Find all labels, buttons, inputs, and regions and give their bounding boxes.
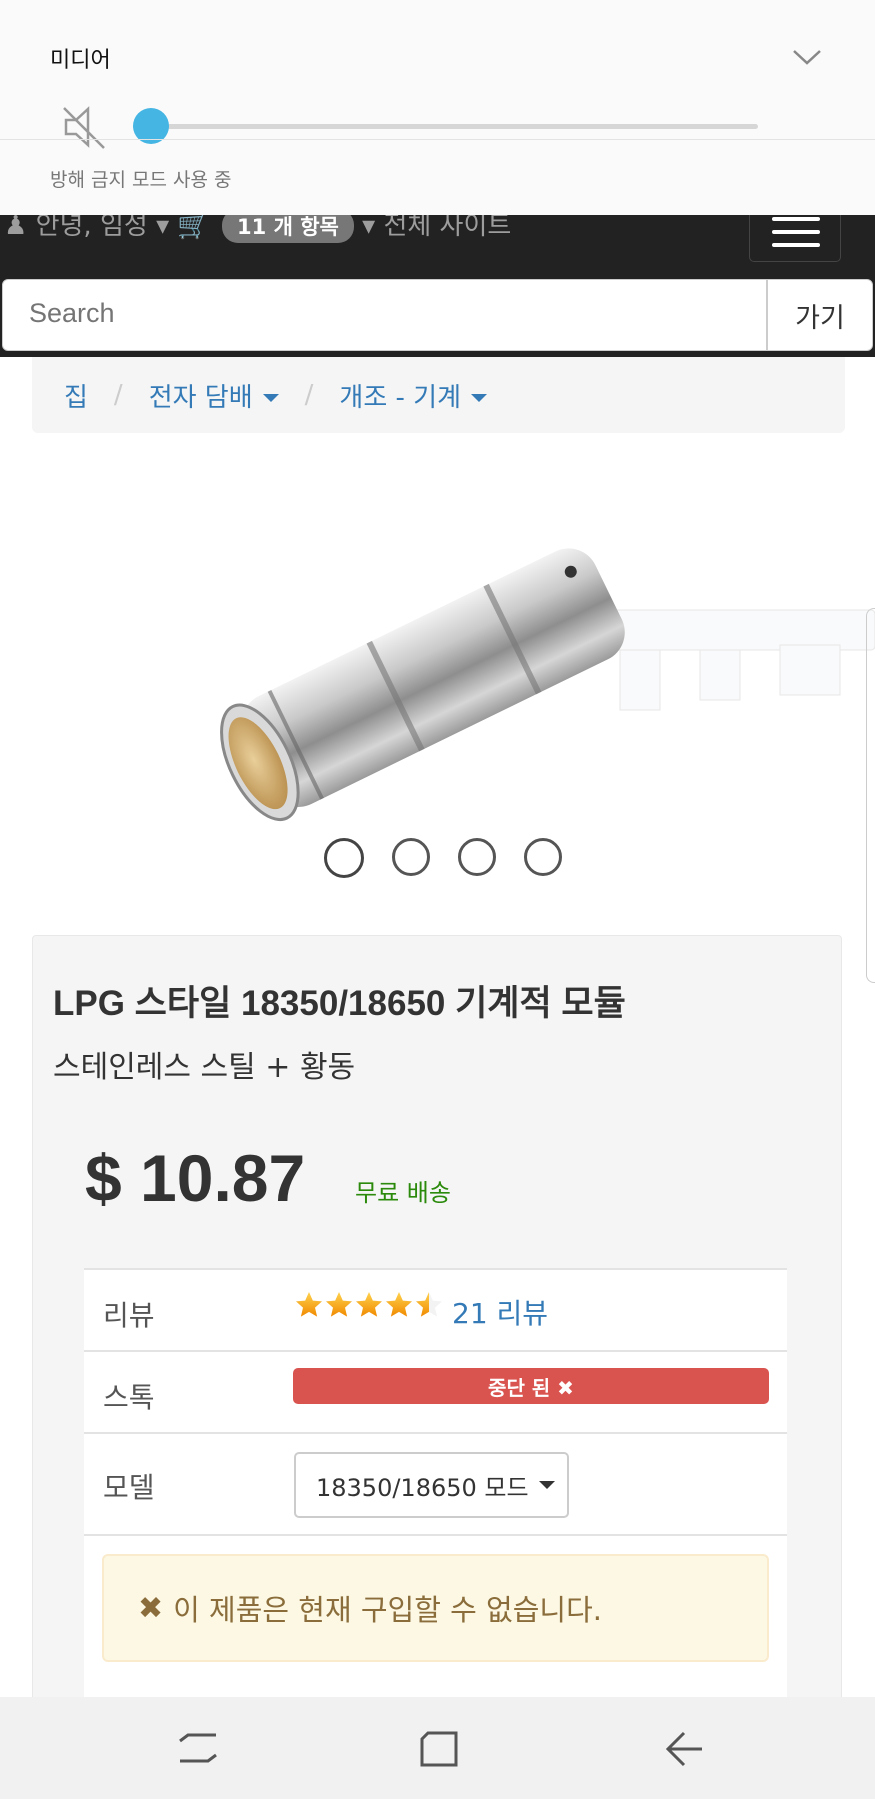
table-row: 모델 18350/18650 모드 — [84, 1432, 787, 1534]
home-icon[interactable] — [418, 1727, 462, 1771]
system-navigation-bar — [0, 1697, 875, 1799]
carousel-dot[interactable] — [392, 838, 430, 876]
stock-status-badge: 중단 된 ✖ — [293, 1368, 769, 1404]
caret-down-icon — [262, 394, 279, 402]
carousel-indicators — [324, 838, 562, 878]
breadcrumb-separator: / — [304, 380, 314, 410]
product-info-table: 리뷰 21 리뷰 스톡 중단 된 ✖ 모델 18350/18650 모드 ✖ 이… — [84, 1268, 787, 1734]
carousel-dot[interactable] — [324, 838, 364, 878]
breadcrumb: 집 / 전자 담배 / 개조 - 기계 — [32, 357, 845, 433]
recent-apps-icon[interactable] — [176, 1727, 220, 1771]
table-row: 리뷰 21 리뷰 — [84, 1268, 787, 1350]
star-icon — [324, 1290, 354, 1320]
stock-label: 스톡 — [103, 1381, 155, 1414]
product-title: LPG 스타일 18350/18650 기계적 모듈 — [53, 984, 626, 1023]
star-icon — [294, 1290, 324, 1320]
greeting-text[interactable]: 안녕, 임성 — [36, 211, 148, 241]
search-go-button[interactable]: 가기 — [767, 279, 873, 351]
hamburger-icon-bar — [772, 217, 820, 221]
reviews-label: 리뷰 — [103, 1299, 155, 1332]
breadcrumb-label[interactable]: 개조 - 기계 — [339, 383, 461, 413]
shipping-label: 무료 배송 — [355, 1179, 451, 1207]
caret-down-icon — [538, 1481, 555, 1489]
speaker-muted-icon[interactable] — [60, 102, 110, 152]
breadcrumb-home[interactable]: 집 — [64, 377, 88, 414]
star-icon — [354, 1290, 384, 1320]
breadcrumb-separator: / — [113, 380, 123, 410]
model-label: 모델 — [103, 1471, 155, 1504]
alert-text: 이 제품은 현재 구입할 수 없습니다. — [173, 1593, 602, 1627]
table-row: 스톡 중단 된 ✖ — [84, 1350, 787, 1432]
caret-down-icon — [471, 394, 487, 402]
cart-icon: 🛒 — [177, 211, 210, 241]
search-field[interactable] — [2, 279, 767, 351]
breadcrumb-label[interactable]: 전자 담배 — [149, 383, 253, 413]
search-input[interactable] — [29, 298, 729, 329]
reviews-link[interactable]: 21 리뷰 — [452, 1292, 548, 1332]
product-price: $ 10.87 — [85, 1141, 306, 1215]
hamburger-icon-bar — [772, 230, 820, 234]
media-volume-panel: 미디어 방해 금지 모드 사용 중 — [0, 0, 875, 215]
back-icon[interactable] — [662, 1727, 706, 1771]
carousel-dot[interactable] — [458, 838, 496, 876]
product-subtitle: 스테인레스 스틸 + 황동 — [53, 1050, 356, 1085]
media-title: 미디어 — [50, 48, 111, 73]
model-select[interactable]: 18350/18650 모드 — [294, 1452, 569, 1518]
caret-icon: ▾ — [156, 211, 170, 241]
model-value[interactable]: 18350/18650 모드 — [316, 1468, 529, 1503]
volume-slider-track[interactable] — [150, 124, 758, 129]
product-image[interactable] — [220, 520, 875, 840]
do-not-disturb-label: 방해 금지 모드 사용 중 — [50, 169, 232, 191]
x-icon: ✖ — [138, 1590, 164, 1626]
rating-stars[interactable] — [294, 1290, 444, 1320]
unavailable-alert: ✖ 이 제품은 현재 구입할 수 없습니다. — [102, 1554, 769, 1662]
side-panel-handle[interactable] — [866, 608, 875, 983]
chevron-down-icon[interactable] — [790, 40, 824, 74]
divider — [0, 139, 875, 140]
star-icon — [414, 1290, 444, 1320]
star-icon — [384, 1290, 414, 1320]
caret-icon: ▾ — [362, 211, 376, 241]
breadcrumb-mods[interactable]: 개조 - 기계 — [339, 377, 487, 414]
full-site-link[interactable]: 전체 사이트 — [383, 211, 511, 241]
user-icon: ♟ — [4, 211, 28, 241]
breadcrumb-ecig[interactable]: 전자 담배 — [149, 377, 279, 414]
carousel-dot[interactable] — [524, 838, 562, 876]
hamburger-icon-bar — [772, 243, 820, 247]
